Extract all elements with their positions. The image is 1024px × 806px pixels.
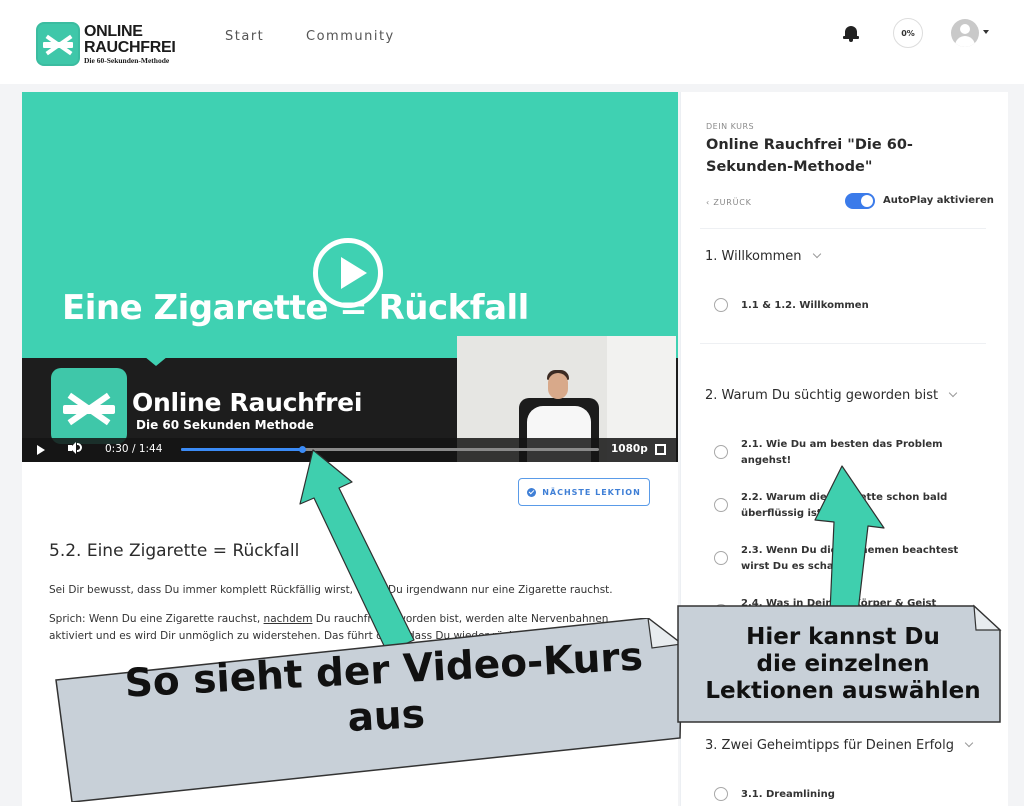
callout-right-text: Hier kannst Du die einzelnen Lektionen a… [684, 624, 1002, 705]
callout-right-line1: Hier kannst Du [746, 624, 940, 650]
callout-right-line2: die einzelnen [756, 651, 930, 677]
arrow-up-right-icon [814, 465, 885, 613]
callout-right-line3: Lektionen auswählen [705, 678, 981, 704]
